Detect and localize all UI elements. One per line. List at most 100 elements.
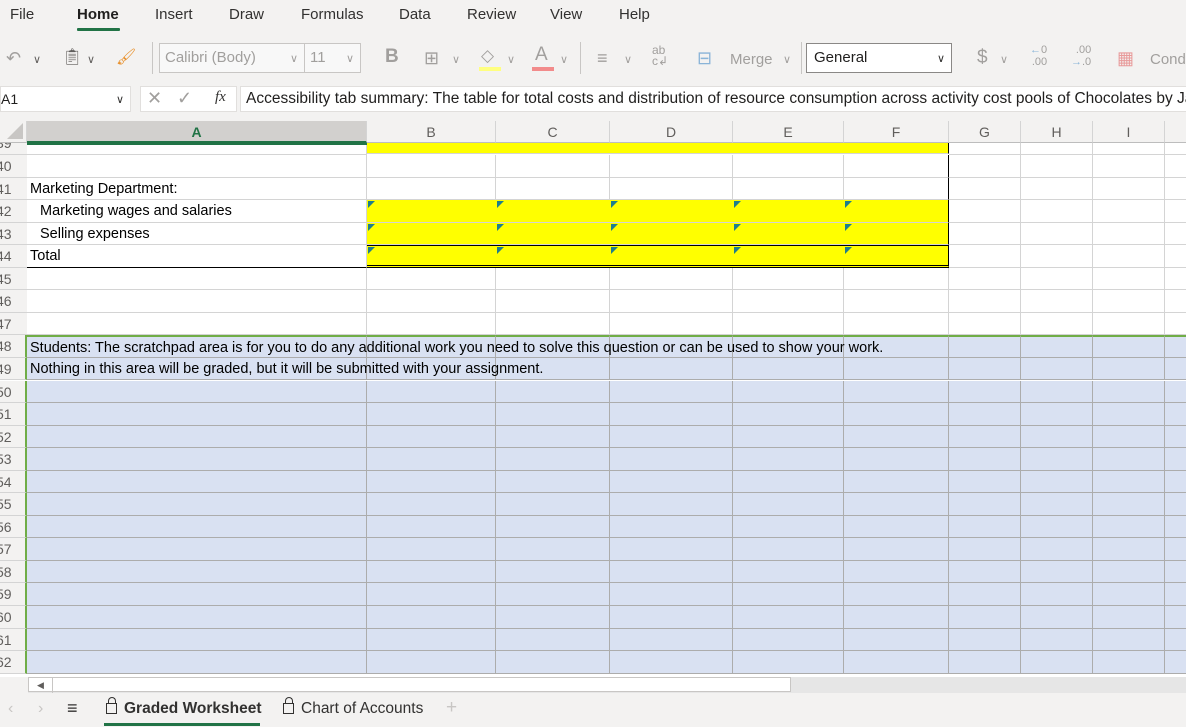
row-header-44[interactable]: 44 [0, 245, 27, 268]
cell-i61[interactable] [1093, 628, 1165, 652]
row-header-40[interactable]: 40 [0, 155, 27, 178]
cell-b43[interactable] [367, 222, 496, 246]
cell-j47[interactable] [1165, 313, 1186, 336]
cell-b56[interactable] [367, 515, 496, 539]
cell-d39[interactable] [610, 143, 733, 154]
comment-indicator-icon[interactable] [497, 201, 504, 209]
cell-f45[interactable] [844, 267, 949, 291]
scroll-left-icon[interactable]: ◀ [29, 678, 53, 693]
row-header-53[interactable]: 53 [0, 448, 27, 471]
cell-b59[interactable] [367, 583, 496, 606]
fill-color-icon[interactable]: ◇ [481, 46, 494, 66]
cell-e50[interactable] [733, 380, 844, 404]
cell-g54[interactable] [949, 470, 1021, 494]
cell-j51[interactable] [1165, 403, 1186, 426]
cell-g41[interactable] [949, 177, 1021, 201]
cell-d54[interactable] [610, 470, 733, 494]
comment-indicator-icon[interactable] [734, 201, 741, 209]
cell-c46[interactable] [496, 290, 610, 313]
cell-j58[interactable] [1165, 560, 1186, 584]
cell-d57[interactable] [610, 538, 733, 561]
cell-a40[interactable] [27, 155, 367, 178]
cell-i49[interactable] [1093, 357, 1165, 381]
cell-e40[interactable] [733, 155, 844, 178]
cell-a53[interactable] [27, 448, 367, 471]
cell-f46[interactable] [844, 290, 949, 313]
formula-input[interactable]: Accessibility tab summary: The table for… [240, 86, 1186, 112]
cell-a59[interactable] [27, 583, 367, 606]
cell-f42[interactable] [844, 200, 949, 223]
cell-i51[interactable] [1093, 403, 1165, 426]
comment-indicator-icon[interactable] [845, 201, 852, 209]
cell-g51[interactable] [949, 403, 1021, 426]
cell-i46[interactable] [1093, 290, 1165, 313]
cell-c55[interactable] [496, 493, 610, 516]
cell-i53[interactable] [1093, 448, 1165, 471]
cell-d55[interactable] [610, 493, 733, 516]
horizontal-scrollbar[interactable]: ◀ [28, 677, 1186, 693]
row-header-45[interactable]: 45 [0, 267, 27, 291]
cancel-icon[interactable]: ✕ [147, 88, 162, 109]
cell-d49[interactable] [610, 357, 733, 381]
cell-f47[interactable] [844, 312, 949, 336]
chevron-down-icon[interactable]: ∨ [1000, 53, 1008, 67]
cell-e49[interactable] [733, 357, 844, 381]
chevron-down-icon[interactable]: ∨ [624, 53, 632, 67]
cell-d50[interactable] [610, 380, 733, 404]
chevron-down-icon[interactable]: ∨ [33, 53, 41, 67]
cell-b45[interactable] [367, 267, 496, 291]
cell-g45[interactable] [949, 267, 1021, 291]
cell-d62[interactable] [610, 651, 733, 674]
row-header-41[interactable]: 41 [0, 177, 27, 201]
cell-j62[interactable] [1165, 651, 1186, 674]
cell-e62[interactable] [733, 651, 844, 674]
conditional-formatting-icon[interactable]: ▦ [1117, 48, 1134, 68]
cell-h40[interactable] [1021, 155, 1093, 178]
cell-b44[interactable] [367, 245, 496, 268]
cell-a55[interactable] [27, 493, 367, 516]
bold-button[interactable]: B [385, 47, 399, 67]
cell-j59[interactable] [1165, 583, 1186, 606]
font-name-select[interactable]: Calibri (Body) ∨ [159, 43, 305, 73]
comment-indicator-icon[interactable] [611, 201, 618, 209]
cell-d44[interactable] [610, 245, 733, 268]
row-header-46[interactable]: 46 [0, 290, 27, 313]
cell-j49[interactable] [1165, 357, 1186, 381]
cell-b41[interactable] [367, 177, 496, 201]
sheet-tab-graded-worksheet[interactable]: Graded Worksheet [106, 697, 262, 718]
cell-e41[interactable] [733, 177, 844, 201]
cell-h50[interactable] [1021, 380, 1093, 404]
row-header-56[interactable]: 56 [0, 515, 27, 539]
cell-i44[interactable] [1093, 245, 1165, 268]
cell-h51[interactable] [1021, 403, 1093, 426]
cell-h56[interactable] [1021, 515, 1093, 539]
cell-b62[interactable] [367, 651, 496, 674]
cell-i45[interactable] [1093, 267, 1165, 291]
cell-c50[interactable] [496, 380, 610, 404]
cell-e51[interactable] [733, 403, 844, 426]
cell-c43[interactable] [496, 222, 610, 246]
function-icon[interactable]: fx [215, 89, 226, 106]
cell-a52[interactable] [27, 425, 367, 449]
comment-indicator-icon[interactable] [734, 247, 741, 255]
cell-d61[interactable] [610, 628, 733, 652]
cell-g62[interactable] [949, 651, 1021, 674]
comment-indicator-icon[interactable] [497, 247, 504, 255]
cell-c60[interactable] [496, 606, 610, 629]
cell-j56[interactable] [1165, 515, 1186, 539]
cell-j42[interactable] [1165, 200, 1186, 223]
row-header-58[interactable]: 58 [0, 560, 27, 584]
chevron-down-icon[interactable]: ∨ [452, 53, 460, 67]
cell-i43[interactable] [1093, 222, 1165, 246]
cell-g50[interactable] [949, 380, 1021, 404]
cell-f61[interactable] [844, 628, 949, 652]
cell-j57[interactable] [1165, 538, 1186, 561]
cell-h57[interactable] [1021, 538, 1093, 561]
cell-h60[interactable] [1021, 606, 1093, 629]
cell-i47[interactable] [1093, 312, 1165, 336]
cell-e43[interactable] [733, 222, 844, 246]
cell-h52[interactable] [1021, 425, 1093, 449]
undo-icon[interactable]: ↶ [6, 48, 21, 68]
cell-b39[interactable] [367, 143, 496, 154]
cell-e55[interactable] [733, 493, 844, 516]
